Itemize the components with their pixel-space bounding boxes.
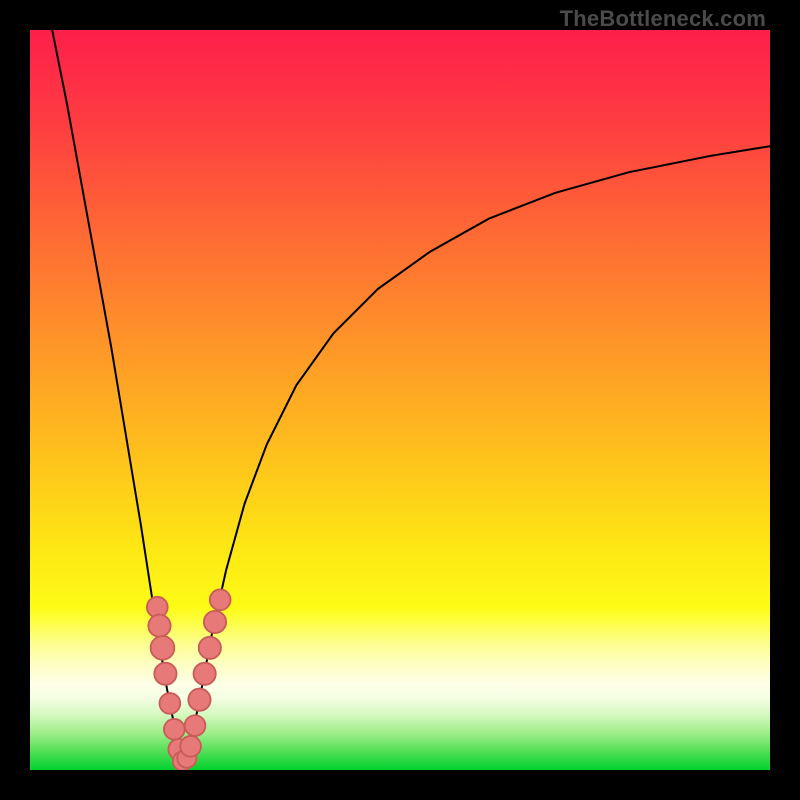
dot (180, 736, 201, 757)
plot-area (30, 30, 770, 770)
dot (199, 637, 221, 659)
dot (154, 663, 176, 685)
dot (194, 663, 216, 685)
dot (210, 589, 231, 610)
dot (188, 689, 210, 711)
curve-right (184, 146, 770, 766)
curve-layer (30, 30, 770, 770)
chart-frame: TheBottleneck.com (0, 0, 800, 800)
dot (151, 636, 175, 660)
dot (185, 715, 206, 736)
dot (204, 611, 226, 633)
dot (160, 693, 181, 714)
dot (148, 615, 170, 637)
watermark-text: TheBottleneck.com (560, 6, 766, 32)
highlight-dots (147, 589, 231, 770)
dot (164, 719, 185, 740)
